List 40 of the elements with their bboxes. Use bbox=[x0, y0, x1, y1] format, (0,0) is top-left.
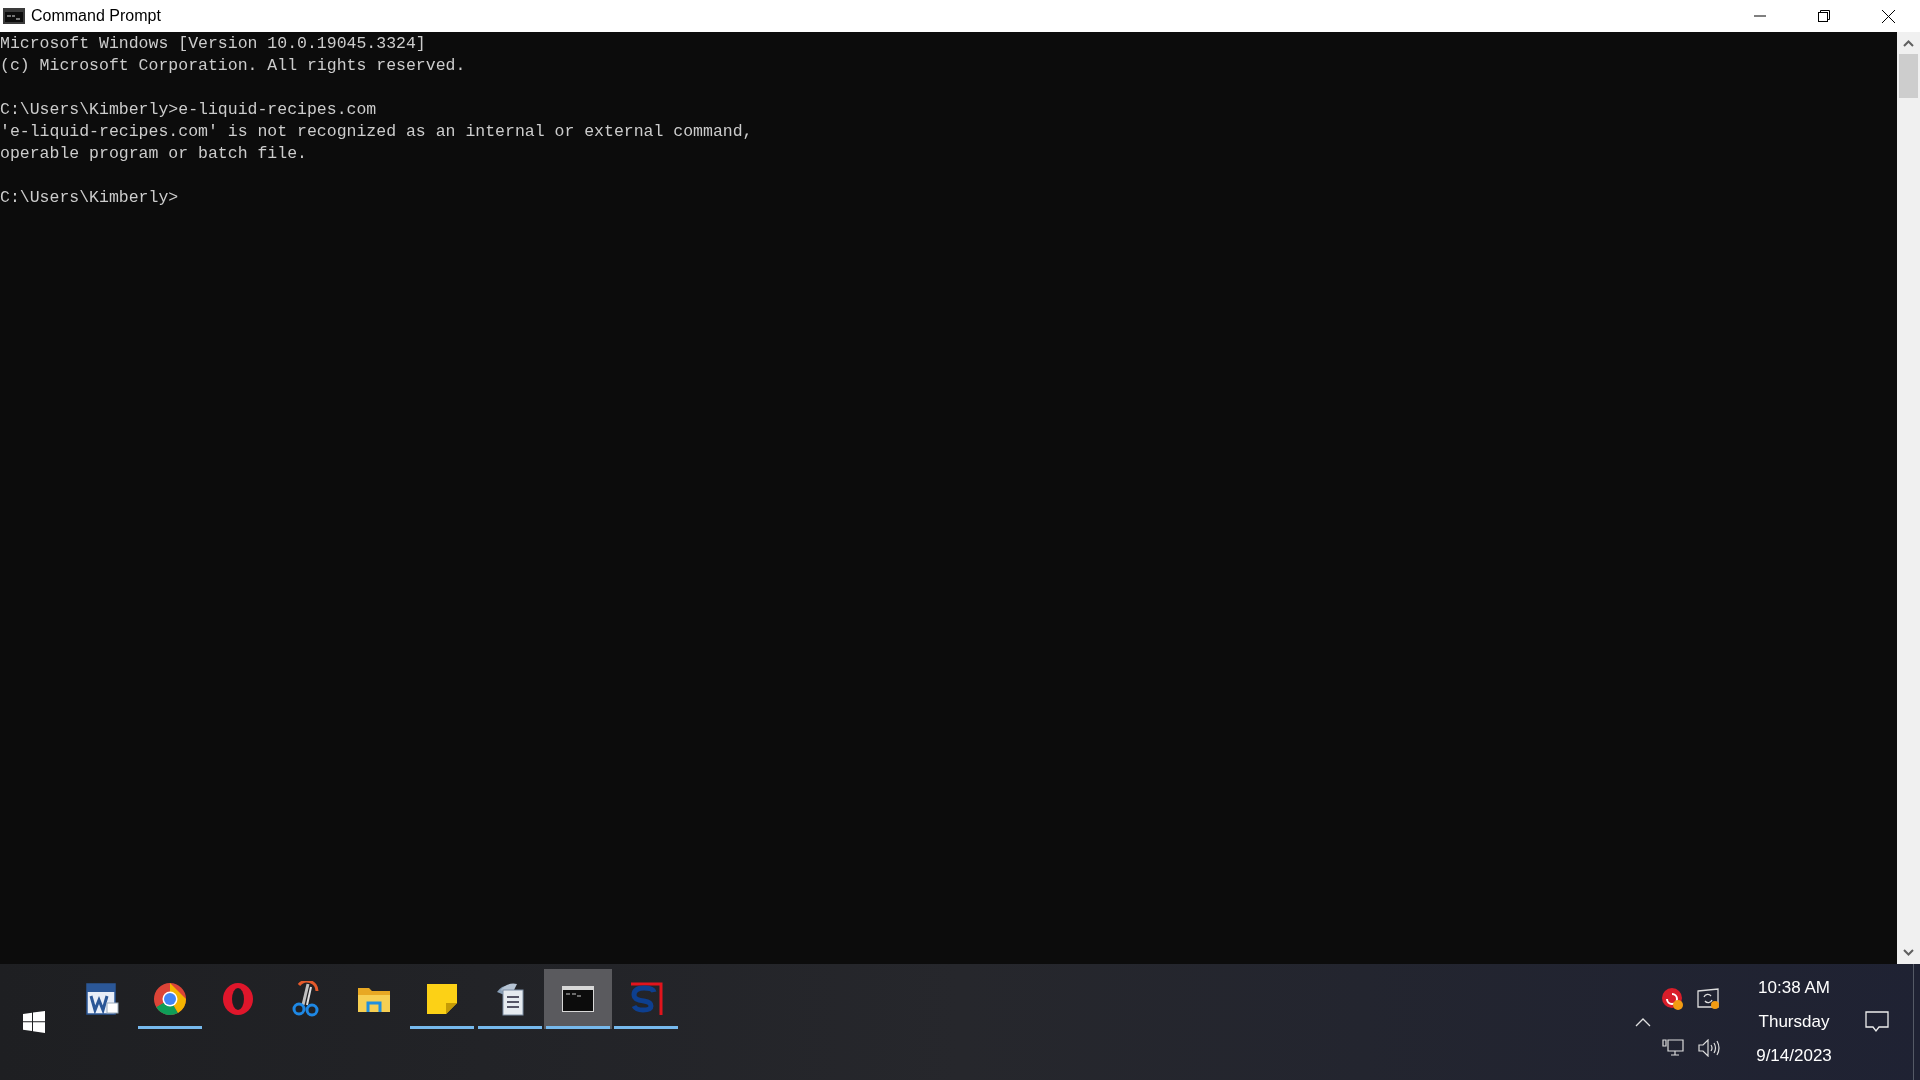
chrome-logo-icon bbox=[153, 982, 187, 1016]
windows-logo-icon bbox=[23, 1011, 45, 1033]
restore-icon bbox=[1818, 10, 1830, 22]
s-logo-icon bbox=[629, 982, 663, 1016]
clock-time: 10:38 AM bbox=[1758, 978, 1830, 998]
vertical-scrollbar[interactable] bbox=[1897, 32, 1920, 964]
console-app-icon bbox=[3, 8, 25, 24]
word-document-icon bbox=[85, 983, 119, 1015]
scroll-down-icon[interactable] bbox=[1903, 949, 1914, 956]
opera-logo-icon bbox=[222, 982, 254, 1016]
running-indicator bbox=[546, 1026, 610, 1029]
console-line: operable program or batch file. bbox=[0, 143, 307, 165]
window-title: Command Prompt bbox=[31, 6, 161, 26]
sticky-note-icon bbox=[426, 983, 458, 1015]
terminal-window-icon bbox=[562, 986, 594, 1012]
clock-day: Thursday bbox=[1758, 1012, 1830, 1032]
minimize-icon bbox=[1754, 15, 1766, 17]
console-line: (c) Microsoft Corporation. All rights reserved. bbox=[0, 55, 466, 77]
sync-display-icon[interactable] bbox=[1697, 988, 1721, 1010]
console-line: C:\Users\Kimberly> bbox=[0, 187, 179, 209]
scissors-icon bbox=[291, 981, 321, 1017]
clock[interactable]: 10:38 AM Thursday 9/14/2023 bbox=[1739, 978, 1849, 1066]
console-line: Microsoft Windows [Version 10.0.19045.3324] bbox=[0, 33, 426, 55]
running-indicator bbox=[478, 1026, 542, 1029]
clock-date: 9/14/2023 bbox=[1756, 1046, 1832, 1066]
console-line: C:\Users\Kimberly>e-liquid-recipes.com bbox=[0, 99, 377, 121]
close-icon bbox=[1881, 9, 1895, 23]
scrollbar-thumb[interactable] bbox=[1899, 54, 1918, 98]
console-line: 'e-liquid-recipes.com' is not recognized as an internal or external command, bbox=[0, 121, 753, 143]
shield-alert-icon[interactable] bbox=[1661, 987, 1685, 1011]
folder-icon bbox=[357, 985, 391, 1013]
running-indicator bbox=[410, 1026, 474, 1029]
scroll-up-icon[interactable] bbox=[1903, 40, 1914, 47]
taskbar-app-button[interactable] bbox=[544, 969, 612, 1029]
running-indicator bbox=[138, 1026, 202, 1029]
network-icon[interactable] bbox=[1662, 1039, 1684, 1057]
running-indicator bbox=[614, 1026, 678, 1029]
chevron-up-icon[interactable] bbox=[1635, 1017, 1651, 1027]
speaker-icon[interactable] bbox=[1698, 1039, 1720, 1057]
notification-icon[interactable] bbox=[1865, 1011, 1889, 1033]
